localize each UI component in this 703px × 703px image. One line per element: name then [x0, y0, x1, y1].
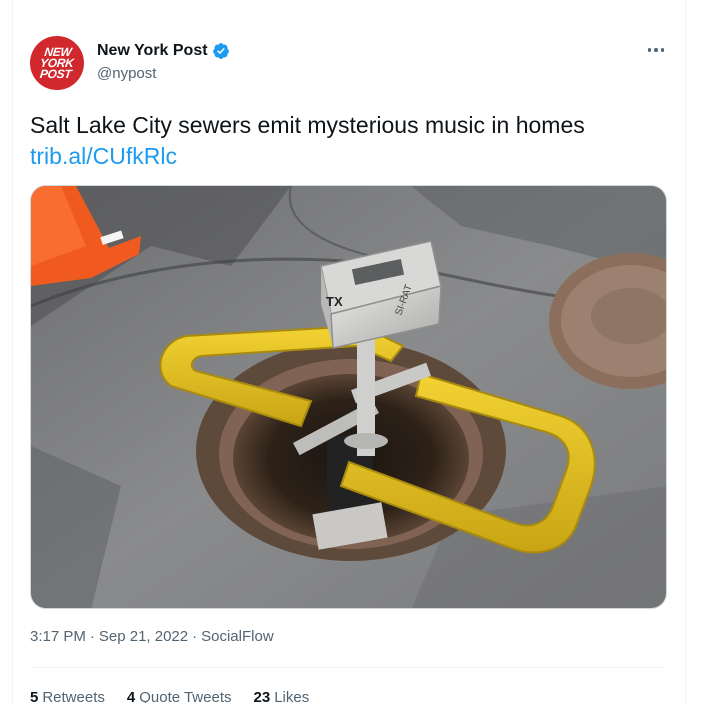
- engagement-stats: 5 Retweets 4 Quote Tweets 23 Likes: [30, 689, 309, 703]
- quote-tweets-stat[interactable]: 4 Quote Tweets: [127, 689, 232, 703]
- tweet-source[interactable]: SocialFlow: [201, 628, 274, 645]
- tweet-time[interactable]: 3:17 PM: [30, 628, 86, 645]
- ellipsis-dot: [660, 48, 665, 52]
- divider: [30, 667, 666, 668]
- sensor-box-label: TX: [326, 294, 343, 309]
- author-name-row[interactable]: New York Post: [97, 42, 230, 60]
- logo-line: POST: [39, 66, 73, 81]
- meta-separator: ·: [89, 628, 95, 645]
- quote-tweets-count: 4: [126, 689, 136, 703]
- ellipsis-dot: [654, 48, 658, 52]
- tweet-date[interactable]: Sep 21, 2022: [99, 628, 188, 645]
- meta-separator: ·: [192, 628, 198, 645]
- retweets-count: 5: [30, 689, 39, 703]
- retweets-stat[interactable]: 5 Retweets: [30, 689, 105, 703]
- tweet-photo[interactable]: TX SI-RAT: [30, 185, 667, 609]
- manhole-sensor-photo: TX SI-RAT: [31, 186, 666, 608]
- author-handle[interactable]: @nypost: [97, 65, 156, 82]
- likes-label: Likes: [274, 689, 310, 703]
- likes-count: 23: [253, 689, 271, 703]
- tweet-text: Salt Lake City sewers emit mysterious mu…: [30, 112, 585, 138]
- more-options-button[interactable]: [644, 40, 668, 60]
- quote-tweets-label: Quote Tweets: [139, 689, 232, 703]
- author-display-name[interactable]: New York Post: [97, 42, 208, 60]
- avatar[interactable]: NEW YORK POST: [30, 36, 84, 90]
- tweet-meta: 3:17 PM · Sep 21, 2022 · SocialFlow: [30, 628, 274, 645]
- new-york-post-logo: NEW YORK POST: [39, 45, 76, 81]
- retweets-label: Retweets: [42, 689, 105, 703]
- tweet-body: Salt Lake City sewers emit mysterious mu…: [30, 110, 670, 172]
- ellipsis-icon: [647, 48, 652, 52]
- tweet-link[interactable]: trib.al/CUfkRlc: [30, 141, 670, 172]
- verified-badge-icon: [212, 43, 229, 59]
- likes-stat[interactable]: 23 Likes: [254, 689, 310, 703]
